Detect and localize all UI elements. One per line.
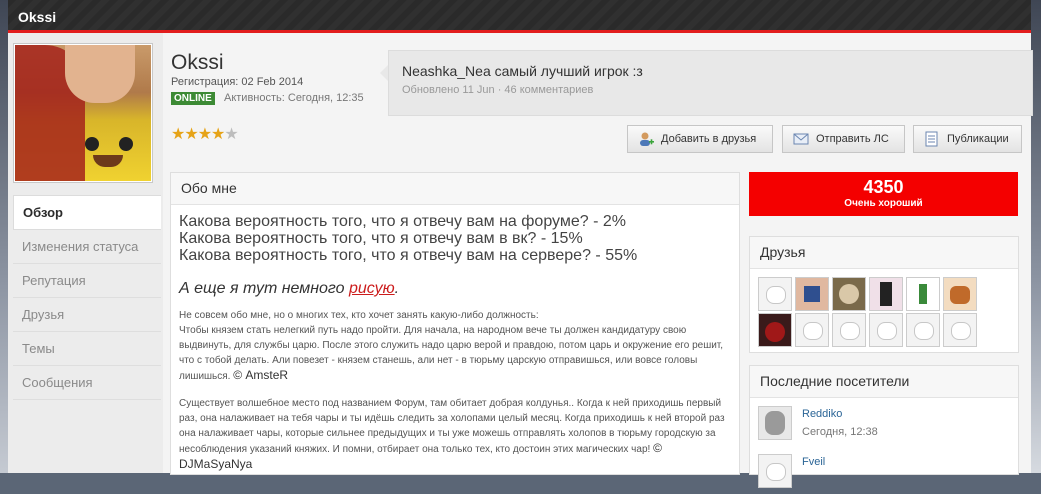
send-pm-label: Отправить ЛС (816, 133, 889, 145)
friends-title: Друзья (750, 237, 1018, 269)
profile-name: Okssi (171, 51, 224, 74)
visitor-avatar[interactable] (758, 454, 792, 488)
about-headline-lines: Какова вероятность того, что я отвечу ва… (179, 213, 739, 264)
visitor-name[interactable]: Reddiko (802, 408, 842, 420)
about-paragraph-1: Не совсем обо мне, но о многих тех, кто … (179, 310, 724, 382)
friend-avatar[interactable] (795, 313, 829, 347)
online-badge: ONLINE (171, 92, 215, 105)
about-title: Обо мне (171, 173, 739, 205)
friends-panel: Друзья (749, 236, 1019, 353)
publications-label: Публикации (947, 133, 1009, 145)
publications-button[interactable]: Публикации (913, 125, 1022, 153)
friend-avatar[interactable] (869, 277, 903, 311)
about-line: Какова вероятность того, что я отвечу ва… (179, 247, 638, 264)
visitor-row[interactable]: Fveil (758, 454, 1008, 494)
friend-avatar[interactable] (832, 277, 866, 311)
visitor-time: Сегодня, 12:38 (802, 426, 878, 438)
star-icon: ★ (211, 126, 225, 143)
profile-nav: Обзор Изменения статуса Репутация Друзья… (13, 195, 161, 400)
visitor-name[interactable]: Fveil (802, 456, 825, 468)
add-friend-label: Добавить в друзья (661, 133, 757, 145)
signature: © AmsteR (233, 368, 289, 382)
nav-item-overview[interactable]: Обзор (13, 195, 161, 230)
drawing-note: А еще я тут немного рисую. (179, 280, 400, 297)
friend-avatar[interactable] (906, 277, 940, 311)
profile-page: Обзор Изменения статуса Репутация Друзья… (8, 33, 1033, 488)
profile-avatar[interactable] (13, 43, 153, 183)
envelope-icon (793, 131, 809, 147)
reputation-box: 4350 Очень хороший (749, 172, 1018, 216)
about-panel: Обо мне Какова вероятность того, что я о… (170, 172, 740, 475)
status-text: Neashka_Nea самый лучший игрок :з (402, 63, 643, 79)
friend-avatar[interactable] (869, 313, 903, 347)
friend-avatar[interactable] (943, 277, 977, 311)
status-meta[interactable]: Обновлено 11 Jun · 46 комментариев (402, 84, 593, 96)
last-activity: Активность: Сегодня, 12:35 (224, 92, 364, 104)
star-empty-icon: ★ (224, 126, 238, 143)
reputation-value: 4350 (863, 177, 904, 197)
friend-avatar[interactable] (758, 313, 792, 347)
star-icon: ★ (184, 126, 198, 143)
star-icon: ★ (197, 126, 212, 143)
nav-item-topics[interactable]: Темы (13, 332, 161, 366)
drawing-link[interactable]: рисую (349, 280, 395, 297)
friend-avatar[interactable] (906, 313, 940, 347)
header-bar: Okssi (8, 0, 1031, 33)
reputation-label: Очень хороший (844, 198, 923, 209)
add-friend-button[interactable]: Добавить в друзья (627, 125, 773, 153)
nav-item-messages[interactable]: Сообщения (13, 366, 161, 400)
visitors-title: Последние посетители (750, 366, 1018, 398)
send-pm-button[interactable]: Отправить ЛС (782, 125, 905, 153)
status-bubble[interactable]: Neashka_Nea самый лучший игрок :з Обновл… (380, 50, 1033, 116)
star-icon: ★ (171, 126, 185, 143)
visitor-row[interactable]: Reddiko Сегодня, 12:38 (758, 406, 1008, 446)
friend-avatar[interactable] (795, 277, 829, 311)
friend-avatar[interactable] (832, 313, 866, 347)
about-line: Какова вероятность того, что я отвечу ва… (179, 213, 626, 230)
background-left (0, 0, 8, 473)
avatar-photo (15, 45, 151, 181)
friend-avatar[interactable] (943, 313, 977, 347)
friend-avatar[interactable] (758, 277, 792, 311)
recent-visitors-panel: Последние посетители Reddiko Сегодня, 12… (749, 365, 1019, 488)
about-paragraph-2: Существует волшебное место под названием… (179, 398, 725, 471)
registration-date: Регистрация: 02 Feb 2014 (171, 76, 304, 88)
document-icon (924, 131, 940, 147)
nav-item-friends[interactable]: Друзья (13, 298, 161, 332)
header-title: Okssi (18, 9, 57, 25)
rating-stars: ★★★★★ (171, 124, 239, 144)
visitor-avatar[interactable] (758, 406, 792, 440)
nav-item-reputation[interactable]: Репутация (13, 264, 161, 298)
add-user-icon (638, 131, 654, 147)
nav-item-status-changes[interactable]: Изменения статуса (13, 230, 161, 264)
about-line: Какова вероятность того, что я отвечу ва… (179, 230, 583, 247)
